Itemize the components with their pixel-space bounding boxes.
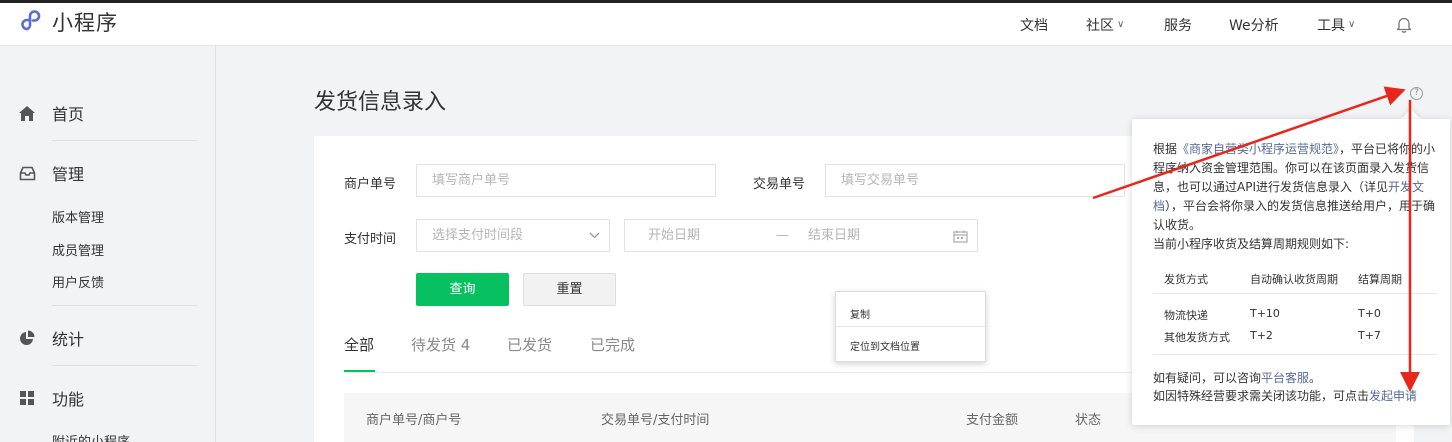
pay-time-select[interactable]: 选择支付时间段 <box>416 219 610 252</box>
column-header-status: 状态 <box>1075 413 1102 428</box>
reset-button[interactable]: 重置 <box>523 273 616 306</box>
sidebar-item-user-feedback[interactable]: 用户反馈 <box>52 272 104 291</box>
chevron-down-icon: ∨ <box>1117 19 1125 30</box>
merchant-no-label: 商户单号 <box>344 177 397 192</box>
sidebar: 首页 管理 版本管理 成员管理 用户反馈 统计 功能 附近的小程序 <box>0 46 216 442</box>
popover-foot2-prefix: 如因特殊经营要求需关闭该功能，可点击 <box>1153 389 1370 403</box>
context-menu-copy[interactable]: 复制 <box>850 306 870 321</box>
bell-icon <box>1396 17 1412 33</box>
column-header-merchant: 商户单号/商户号 <box>366 413 462 428</box>
trade-no-label: 交易单号 <box>753 177 806 192</box>
table-cell: T+2 <box>1250 329 1273 342</box>
sidebar-item-stats-label: 统计 <box>52 330 85 349</box>
table-cell: T+7 <box>1358 329 1381 342</box>
column-header-amount: 支付金额 <box>966 413 1019 428</box>
topnav-tools-label: 工具 <box>1317 17 1345 34</box>
sidebar-divider <box>52 140 198 141</box>
merchant-no-input[interactable]: 填写商户单号 <box>416 164 716 197</box>
calendar-icon <box>953 230 968 243</box>
table-divider <box>1153 293 1437 294</box>
sidebar-divider <box>52 305 198 306</box>
popover-foot1-suffix: 。 <box>1309 371 1322 385</box>
sidebar-item-nearby-miniprogram[interactable]: 附近的小程序 <box>52 431 130 442</box>
context-menu-divider <box>836 326 985 327</box>
date-range-picker[interactable]: 开始日期 — 结束日期 <box>624 219 978 252</box>
topnav-we-analytics-label: We分析 <box>1229 17 1279 34</box>
table-divider <box>1153 354 1437 355</box>
table-cell: 物流快递 <box>1164 309 1208 322</box>
tab-completed[interactable]: 已完成 <box>590 334 635 355</box>
topnav-tools[interactable]: 工具 ∨ <box>1317 3 1355 46</box>
sidebar-item-manage[interactable]: 管理 <box>18 161 84 185</box>
trade-no-input[interactable]: 填写交易单号 <box>825 164 1125 197</box>
submit-application-link[interactable]: 发起申请 <box>1369 389 1417 403</box>
pay-time-select-value: 选择支付时间段 <box>432 228 524 243</box>
topnav-services-label: 服务 <box>1164 17 1192 34</box>
popover-intro-prefix: 根据 <box>1153 142 1178 156</box>
column-header-settlement: 结算周期 <box>1358 273 1402 286</box>
table-cell: T+0 <box>1358 307 1381 320</box>
column-header-method: 发货方式 <box>1164 273 1208 286</box>
start-date-input[interactable]: 开始日期 <box>648 220 700 251</box>
context-menu-locate-in-doc[interactable]: 定位到文档位置 <box>850 338 920 353</box>
miniprogram-logo-icon <box>21 10 41 31</box>
topnav-community[interactable]: 社区 ∨ <box>1086 3 1124 46</box>
notification-bell-button[interactable] <box>1396 3 1412 46</box>
table-cell: 其他发货方式 <box>1164 331 1230 344</box>
grid-icon <box>18 389 36 407</box>
sidebar-item-member-manage[interactable]: 成员管理 <box>52 240 104 259</box>
topnav-services[interactable]: 服务 <box>1164 3 1192 46</box>
tab-pending-shipment[interactable]: 待发货 4 <box>411 334 470 355</box>
popover-footer: 如有疑问，可以咨询平台客服。 如因特殊经营要求需关闭该功能，可点击发起申请 <box>1153 369 1417 405</box>
help-popover: 根据《商家自营类小程序运营规范》，平台已将你的小程序纳入资金管理范围。你可以在该… <box>1132 119 1450 425</box>
table-cell: T+10 <box>1250 307 1280 320</box>
sidebar-item-manage-label: 管理 <box>52 165 85 184</box>
column-header-trade: 交易单号/支付时间 <box>601 413 710 428</box>
sidebar-divider <box>52 365 198 366</box>
pay-time-label: 支付时间 <box>344 232 397 247</box>
top-header: 小程序 文档 社区 ∨ 服务 We分析 工具 ∨ <box>0 3 1452 46</box>
sidebar-item-home-label: 首页 <box>52 105 85 124</box>
popover-intro-suffix: ），平台会将你录入的发货信息推送给用户，用于确认收货。 <box>1153 199 1436 232</box>
topnav-community-label: 社区 <box>1086 17 1114 34</box>
sidebar-item-version-manage[interactable]: 版本管理 <box>52 207 104 226</box>
popover-foot1-prefix: 如有疑问，可以咨询 <box>1153 371 1262 385</box>
topnav-we-analytics[interactable]: We分析 <box>1229 3 1279 46</box>
sidebar-item-features-label: 功能 <box>52 390 85 409</box>
home-icon <box>18 104 36 122</box>
sidebar-item-home[interactable]: 首页 <box>18 101 84 125</box>
end-date-input[interactable]: 结束日期 <box>808 220 860 251</box>
pie-chart-icon <box>18 329 36 347</box>
popover-intro: 根据《商家自营类小程序运营规范》，平台已将你的小程序纳入资金管理范围。你可以在该… <box>1153 140 1443 254</box>
chevron-down-icon <box>589 232 600 239</box>
query-button[interactable]: 查询 <box>416 273 509 306</box>
context-menu: 复制 定位到文档位置 <box>835 291 986 362</box>
inbox-icon <box>18 164 36 182</box>
tab-all[interactable]: 全部 <box>344 334 374 355</box>
page-title: 发货信息录入 <box>314 90 447 115</box>
sidebar-item-stats[interactable]: 统计 <box>18 326 84 350</box>
topnav-docs[interactable]: 文档 <box>1020 3 1048 46</box>
operation-rules-link[interactable]: 《商家自营类小程序运营规范》 <box>1177 142 1339 156</box>
topnav-docs-label: 文档 <box>1020 17 1048 34</box>
tab-shipped[interactable]: 已发货 <box>507 334 552 355</box>
help-icon[interactable]: ? <box>1410 87 1423 100</box>
date-separator: — <box>776 228 789 243</box>
brand-name: 小程序 <box>52 11 118 35</box>
customer-service-link[interactable]: 平台客服 <box>1261 371 1309 385</box>
brand-logo[interactable]: 小程序 <box>18 7 118 37</box>
column-header-auto-confirm: 自动确认收货周期 <box>1250 273 1338 286</box>
chevron-down-icon: ∨ <box>1348 19 1356 30</box>
active-tab-indicator <box>344 370 375 372</box>
popover-rules-intro: 当前小程序收货及结算周期规则如下: <box>1153 237 1350 251</box>
sidebar-item-features[interactable]: 功能 <box>18 386 84 410</box>
